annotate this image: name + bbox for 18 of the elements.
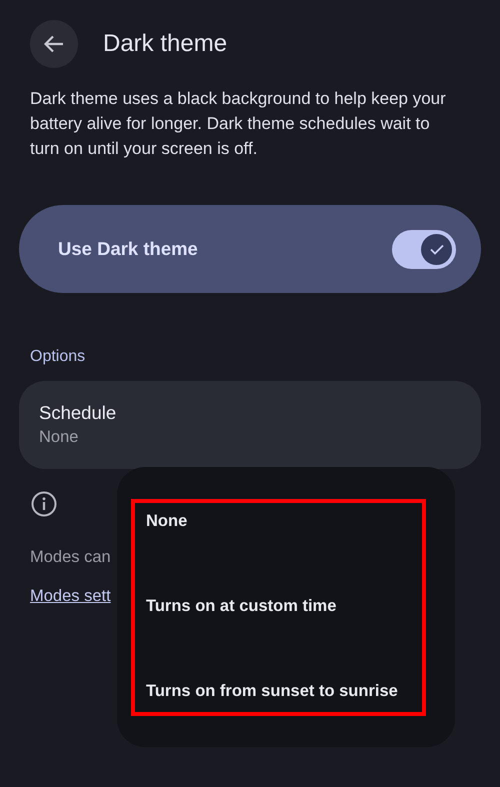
- back-button[interactable]: [30, 20, 78, 68]
- menu-item[interactable]: None: [146, 509, 422, 534]
- schedule-value: None: [39, 427, 80, 448]
- page-title: Dark theme: [103, 29, 228, 59]
- info-text: Modes can: [30, 547, 112, 568]
- description-text: Dark theme uses a black background to help keep your battery alive for longer. Dark theme schedules wait to turn on until your screen is off.: [30, 88, 447, 160]
- back-arrow-icon: [44, 35, 64, 53]
- schedule-card[interactable]: Schedule None: [19, 381, 481, 469]
- check-icon: [430, 244, 444, 254]
- info-icon: [31, 491, 57, 517]
- schedule-title: Schedule: [39, 401, 118, 425]
- menu-item[interactable]: Turns on from sunset to sunrise: [146, 679, 422, 704]
- toggle-label: Use Dark theme: [58, 237, 198, 262]
- menu-item[interactable]: Turns on at custom time: [146, 594, 422, 619]
- section-title: Options: [30, 347, 86, 367]
- toggle-switch[interactable]: [392, 230, 456, 268]
- modes-settings-link[interactable]: Modes sett: [30, 584, 111, 608]
- toggle-card[interactable]: Use Dark theme: [19, 205, 481, 293]
